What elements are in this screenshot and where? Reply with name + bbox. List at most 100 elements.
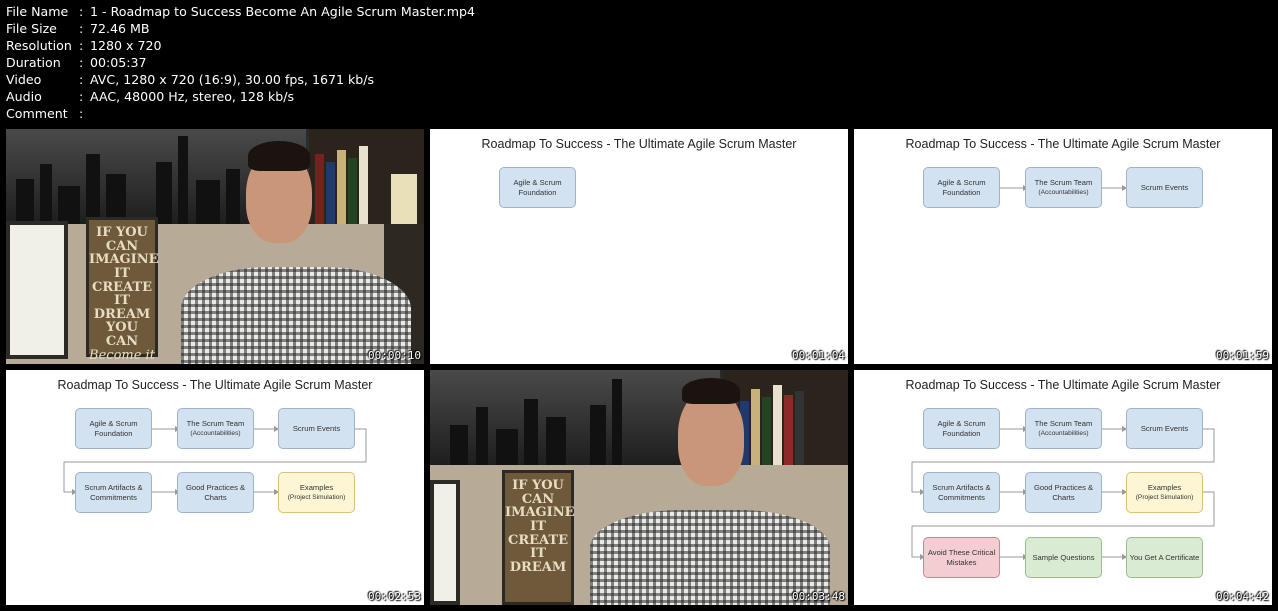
box-agile-scrum-foundation: Agile & Scrum Foundation [923,167,1000,208]
file-info-row: Audio: AAC, 48000 Hz, stereo, 128 kb/s [6,88,475,105]
presenter-hair [248,141,310,171]
box-good-practices: Good Practices & Charts [177,472,254,513]
file-info-panel: File Name:1 - Roadmap to Success Become … [6,3,475,122]
box-agile-scrum-foundation: Agile & Scrum Foundation [923,408,1000,449]
box-agile-scrum-foundation: Agile & Scrum Foundation [75,408,152,449]
file-info-key: Resolution [6,38,72,53]
timestamp: 00:01:04 [792,349,845,362]
box-label: The Scrum Team [1034,419,1093,428]
file-info-row: File Name:1 - Roadmap to Success Become … [6,3,475,20]
poster-line: DREAM [509,559,567,575]
file-info-key: Video [6,72,42,87]
box-scrum-artifacts: Scrum Artifacts & Commitments [75,472,152,513]
box-scrum-artifacts: Scrum Artifacts & Commitments [923,472,1000,513]
file-info-row: Resolution:1280 x 720 [6,37,475,54]
file-info-row: Comment: [6,105,475,122]
slide-title: Roadmap To Success - The Ultimate Agile … [481,137,797,151]
poster-line: Become it [89,347,155,363]
city-skyline-picture [430,370,720,465]
box-label: Good Practices & Charts [185,483,246,502]
file-info-value: 00:05:37 [90,55,147,70]
file-info-separator: : [79,89,84,104]
box-label: Agile & Scrum Foundation [89,419,138,438]
file-info-key: Comment [6,106,68,121]
timestamp: 00:01:59 [1216,349,1269,362]
file-info-row: Duration:00:05:37 [6,54,475,71]
box-scrum-events: Scrum Events [278,408,355,449]
box-label: Examples [1147,483,1182,492]
box-label: Scrum Artifacts & Commitments [932,483,991,502]
file-info-value: AAC, 48000 Hz, stereo, 128 kb/s [90,89,295,104]
box-label: Examples [299,483,334,492]
flow-arrows [1000,185,1127,191]
file-info-value: 1280 x 720 [90,38,162,53]
box-label: Sample Questions [1032,552,1095,562]
box-sample-questions: Sample Questions [1025,537,1102,578]
poster-line: IF YOU CAN [96,225,148,254]
box-label: Agile & Scrum Foundation [937,178,986,197]
file-info-key: File Name [6,4,69,19]
thumbnail-slide: Roadmap To Success - The Ultimate Agile … [430,129,848,364]
box-sublabel: (Accountabilities) [190,429,241,437]
box-label: Avoid These Critical Mistakes [927,548,996,567]
file-info-key: Audio [6,89,42,104]
file-info-separator: : [79,38,84,53]
certificate-frame [6,221,68,359]
bookshelf [309,129,424,224]
box-label: Scrum Events [1140,182,1189,192]
thumbnail-slide: Roadmap To Success - The Ultimate Agile … [6,370,424,605]
box-sublabel: (Accountabilities) [1038,188,1089,196]
poster-line: CREATE IT [91,279,153,309]
box-sublabel: (Project Simulation) [1135,493,1194,501]
video-scene: IF YOU CAN IMAGINE IT CREATE IT DREAM YO… [6,129,424,364]
box-critical-mistakes: Avoid These Critical Mistakes [923,537,1000,578]
file-info-row: Video: AVC, 1280 x 720 (16:9), 30.00 fps,… [6,71,475,88]
thumbnail-slide: Roadmap To Success - The Ultimate Agile … [854,129,1272,364]
thumbnail-video-frame: IF YOU CAN IMAGINE IT CREATE IT DREAM YO… [6,129,424,364]
box-sublabel: (Accountabilities) [1038,429,1089,437]
box-label: You Get A Certificate [1129,552,1200,562]
box-good-practices: Good Practices & Charts [1025,472,1102,513]
file-info-separator: : [79,72,84,87]
box-label: Agile & Scrum Foundation [937,419,986,438]
file-info-key: Duration [6,55,61,70]
file-info-separator: : [79,4,84,19]
video-scene: IF YOU CAN IMAGINE IT CREATE IT DREAM [430,370,848,605]
file-info-value: 72.46 MB [90,21,150,36]
poster-line: YOU CAN [105,320,139,350]
certificate-frame [430,480,460,605]
box-label: The Scrum Team [1034,178,1093,187]
box-agile-scrum-foundation: Agile & Scrum Foundation [499,167,576,208]
box-sublabel: (Project Simulation) [287,493,346,501]
file-info-value: AVC, 1280 x 720 (16:9), 30.00 fps, 1671 … [90,72,375,87]
timestamp: 00:02:53 [368,590,421,603]
box-scrum-team: The Scrum Team (Accountabilities) [1025,167,1102,208]
timestamp: 00:04:42 [1216,590,1269,603]
thumbnail-video-frame: IF YOU CAN IMAGINE IT CREATE IT DREAM 00… [430,370,848,605]
poster-line: DREAM [93,306,151,322]
box-label: Scrum Events [292,423,341,433]
file-info-value: 1 - Roadmap to Success Become An Agile S… [90,4,475,19]
motivational-poster: IF YOU CAN IMAGINE IT CREATE IT DREAM YO… [86,217,159,362]
presenter-head [678,390,744,486]
box-examples: Examples (Project Simulation) [1126,472,1203,513]
presenter-hair [682,378,740,404]
box-certificate: You Get A Certificate [1126,537,1203,578]
poster-line: CREATE IT [507,532,569,562]
box-scrum-events: Scrum Events [1126,408,1203,449]
thumbnail-slide: Roadmap To Success - The Ultimate Agile … [854,370,1272,605]
file-info-key: File Size [6,21,57,36]
box-label: Scrum Events [1140,423,1189,433]
box-scrum-events: Scrum Events [1126,167,1203,208]
poster-line: IMAGINE IT [505,505,575,534]
poster-line: IF YOU CAN [512,478,564,507]
box-label: Good Practices & Charts [1033,483,1094,502]
box-scrum-team: The Scrum Team (Accountabilities) [1025,408,1102,449]
poster-line: IMAGINE IT [89,252,159,281]
box-label: Agile & Scrum Foundation [513,178,562,197]
box-examples: Examples (Project Simulation) [278,472,355,513]
timestamp: 00:00:10 [368,349,421,362]
box-label: The Scrum Team [186,419,245,428]
file-info-separator: : [79,21,84,36]
timestamp: 00:03:48 [792,590,845,603]
